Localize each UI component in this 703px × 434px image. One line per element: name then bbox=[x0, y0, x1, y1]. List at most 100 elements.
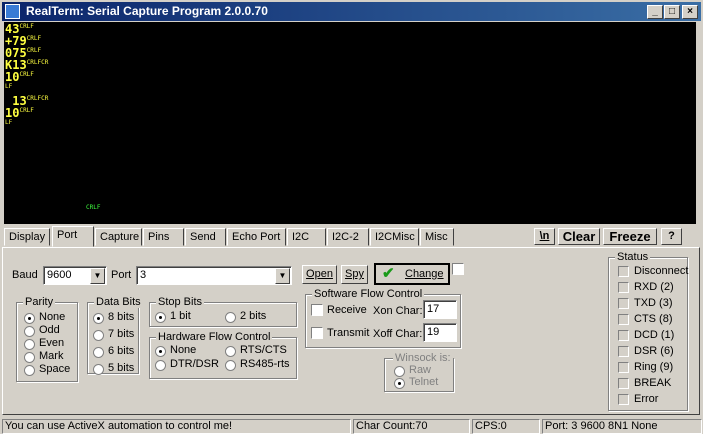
terminal-text: 10 bbox=[5, 70, 20, 84]
transmit-label: Transmit bbox=[327, 327, 370, 339]
control-chars: CRLF bbox=[19, 71, 34, 78]
clear-button[interactable]: Clear bbox=[558, 228, 600, 245]
stopbits-option-label: 2 bits bbox=[240, 310, 267, 322]
winsock-title: Winsock is: bbox=[393, 352, 453, 364]
xoff-input[interactable]: 19 bbox=[423, 323, 457, 342]
change-label: Change bbox=[405, 268, 444, 280]
hwflow-title: Hardware Flow Control bbox=[156, 331, 273, 343]
chevron-down-icon[interactable]: ▼ bbox=[275, 268, 290, 284]
minimize-button[interactable]: _ bbox=[647, 5, 663, 19]
stopbits-group: Stop Bits 1 bit 2 bits bbox=[149, 296, 297, 327]
winsock-radio-0[interactable] bbox=[394, 366, 405, 377]
parity-option-label: Space bbox=[39, 363, 71, 375]
parity-radio-0[interactable] bbox=[24, 313, 35, 324]
close-button[interactable]: × bbox=[682, 5, 698, 19]
port-extra-checkbox[interactable] bbox=[452, 263, 464, 275]
stopbits-title: Stop Bits bbox=[156, 296, 205, 308]
port-panel: Baud 9600 ▼ Port 3 ▼ Open Spy ✔ Change P… bbox=[2, 247, 700, 415]
xon-input[interactable]: 17 bbox=[423, 300, 457, 319]
databits-radio-0[interactable] bbox=[93, 313, 104, 324]
app-icon bbox=[5, 4, 20, 19]
hwflow-radio-2[interactable] bbox=[155, 360, 166, 371]
receive-checkbox[interactable] bbox=[311, 304, 323, 316]
tab-echo-port[interactable]: Echo Port bbox=[227, 228, 286, 246]
hwflow-radio-0[interactable] bbox=[155, 346, 166, 357]
hwflow-radio-3[interactable] bbox=[225, 360, 236, 371]
port-value: 3 bbox=[140, 269, 147, 281]
statusbar-message: You can use ActiveX automation to contro… bbox=[2, 419, 351, 434]
terminal-text: 10 bbox=[5, 106, 20, 120]
maximize-button[interactable]: □ bbox=[664, 5, 680, 19]
tab-port[interactable]: Port bbox=[52, 226, 94, 247]
tab-send[interactable]: Send bbox=[185, 228, 226, 246]
databits-radio-3[interactable] bbox=[93, 364, 104, 375]
tab-display[interactable]: Display bbox=[4, 228, 50, 246]
tab-i2c[interactable]: I2C bbox=[287, 228, 326, 246]
status-led-icon bbox=[618, 362, 629, 373]
databits-option-label: 6 bits bbox=[108, 345, 135, 357]
winsock-radio-1[interactable] bbox=[394, 378, 405, 389]
control-chars: CRLF bbox=[86, 204, 101, 211]
status-led-icon bbox=[618, 314, 629, 325]
stopbits-option-label: 1 bit bbox=[170, 310, 191, 322]
swflow-title: Software Flow Control bbox=[312, 288, 425, 300]
status-led-icon bbox=[618, 378, 629, 389]
parity-radio-3[interactable] bbox=[24, 352, 35, 363]
parity-option-label: Odd bbox=[39, 324, 60, 336]
tab-i2c-2[interactable]: I2C-2 bbox=[327, 228, 369, 246]
terminal-line: 10CRLF bbox=[5, 71, 34, 83]
databits-option-label: 8 bits bbox=[108, 311, 135, 323]
baud-label: Baud bbox=[12, 269, 38, 281]
tab-misc[interactable]: Misc bbox=[420, 228, 454, 246]
control-chars: CRLF bbox=[26, 35, 42, 42]
status-led-icon bbox=[618, 346, 629, 357]
databits-radio-2[interactable] bbox=[93, 347, 104, 358]
status-item-label: Disconnect bbox=[634, 265, 689, 277]
port-select[interactable]: 3 ▼ bbox=[136, 266, 292, 285]
parity-radio-2[interactable] bbox=[24, 339, 35, 350]
statusbar-port: Port: 3 9600 8N1 None bbox=[542, 419, 702, 434]
help-button[interactable]: ? bbox=[661, 228, 682, 245]
status-led-icon bbox=[618, 394, 629, 405]
status-item-label: CTS (8) bbox=[634, 313, 673, 325]
databits-radio-1[interactable] bbox=[93, 330, 104, 341]
terminal-line: 10CRLF bbox=[5, 107, 34, 119]
parity-radio-4[interactable] bbox=[24, 365, 35, 376]
statusbar-cps: CPS:0 bbox=[472, 419, 540, 434]
xoff-label: Xoff Char: bbox=[373, 328, 423, 340]
parity-radio-1[interactable] bbox=[24, 326, 35, 337]
control-chars: LF bbox=[5, 119, 13, 126]
parity-option-label: Mark bbox=[39, 350, 64, 362]
parity-title: Parity bbox=[23, 296, 56, 308]
terminal-display[interactable]: 43CRLF +79CRLF 075CRLF K13CRLFCR 10CRLF LF 13… bbox=[4, 22, 696, 224]
hwflow-option-label: RTS/CTS bbox=[240, 344, 287, 356]
hwflow-radio-1[interactable] bbox=[225, 346, 236, 357]
hwflow-option-label: DTR/DSR bbox=[170, 358, 219, 370]
status-led-icon bbox=[618, 282, 629, 293]
status-item-label: TXD (3) bbox=[634, 297, 673, 309]
winsock-option-label: Telnet bbox=[409, 376, 439, 388]
title-bar[interactable]: RealTerm: Serial Capture Program 2.0.0.7… bbox=[2, 2, 701, 21]
transmit-checkbox[interactable] bbox=[311, 327, 323, 339]
status-led-icon bbox=[618, 330, 629, 341]
tab-i2cmisc[interactable]: I2CMisc bbox=[370, 228, 419, 246]
newline-button[interactable]: \n bbox=[534, 228, 555, 245]
stopbits-radio-1[interactable] bbox=[225, 312, 236, 323]
status-item-label: Error bbox=[634, 393, 659, 405]
parity-option-label: None bbox=[39, 311, 66, 323]
terminal-line: LF bbox=[5, 119, 12, 131]
open-button[interactable]: Open bbox=[302, 265, 337, 284]
control-chars: CRLF bbox=[19, 23, 34, 30]
tab-pins[interactable]: Pins bbox=[143, 228, 184, 246]
baud-select[interactable]: 9600 ▼ bbox=[43, 266, 107, 285]
stopbits-radio-0[interactable] bbox=[155, 312, 166, 323]
tab-capture[interactable]: Capture bbox=[95, 228, 142, 246]
change-button[interactable]: ✔ Change bbox=[374, 263, 450, 285]
checkmark-icon: ✔ bbox=[382, 265, 395, 282]
chevron-down-icon[interactable]: ▼ bbox=[90, 268, 105, 284]
databits-title: Data Bits bbox=[94, 296, 143, 308]
freeze-button[interactable]: Freeze bbox=[603, 228, 657, 245]
control-chars: CRLF bbox=[26, 47, 42, 54]
statusbar-char-count: Char Count:70 bbox=[353, 419, 470, 434]
spy-button[interactable]: Spy bbox=[341, 265, 368, 284]
